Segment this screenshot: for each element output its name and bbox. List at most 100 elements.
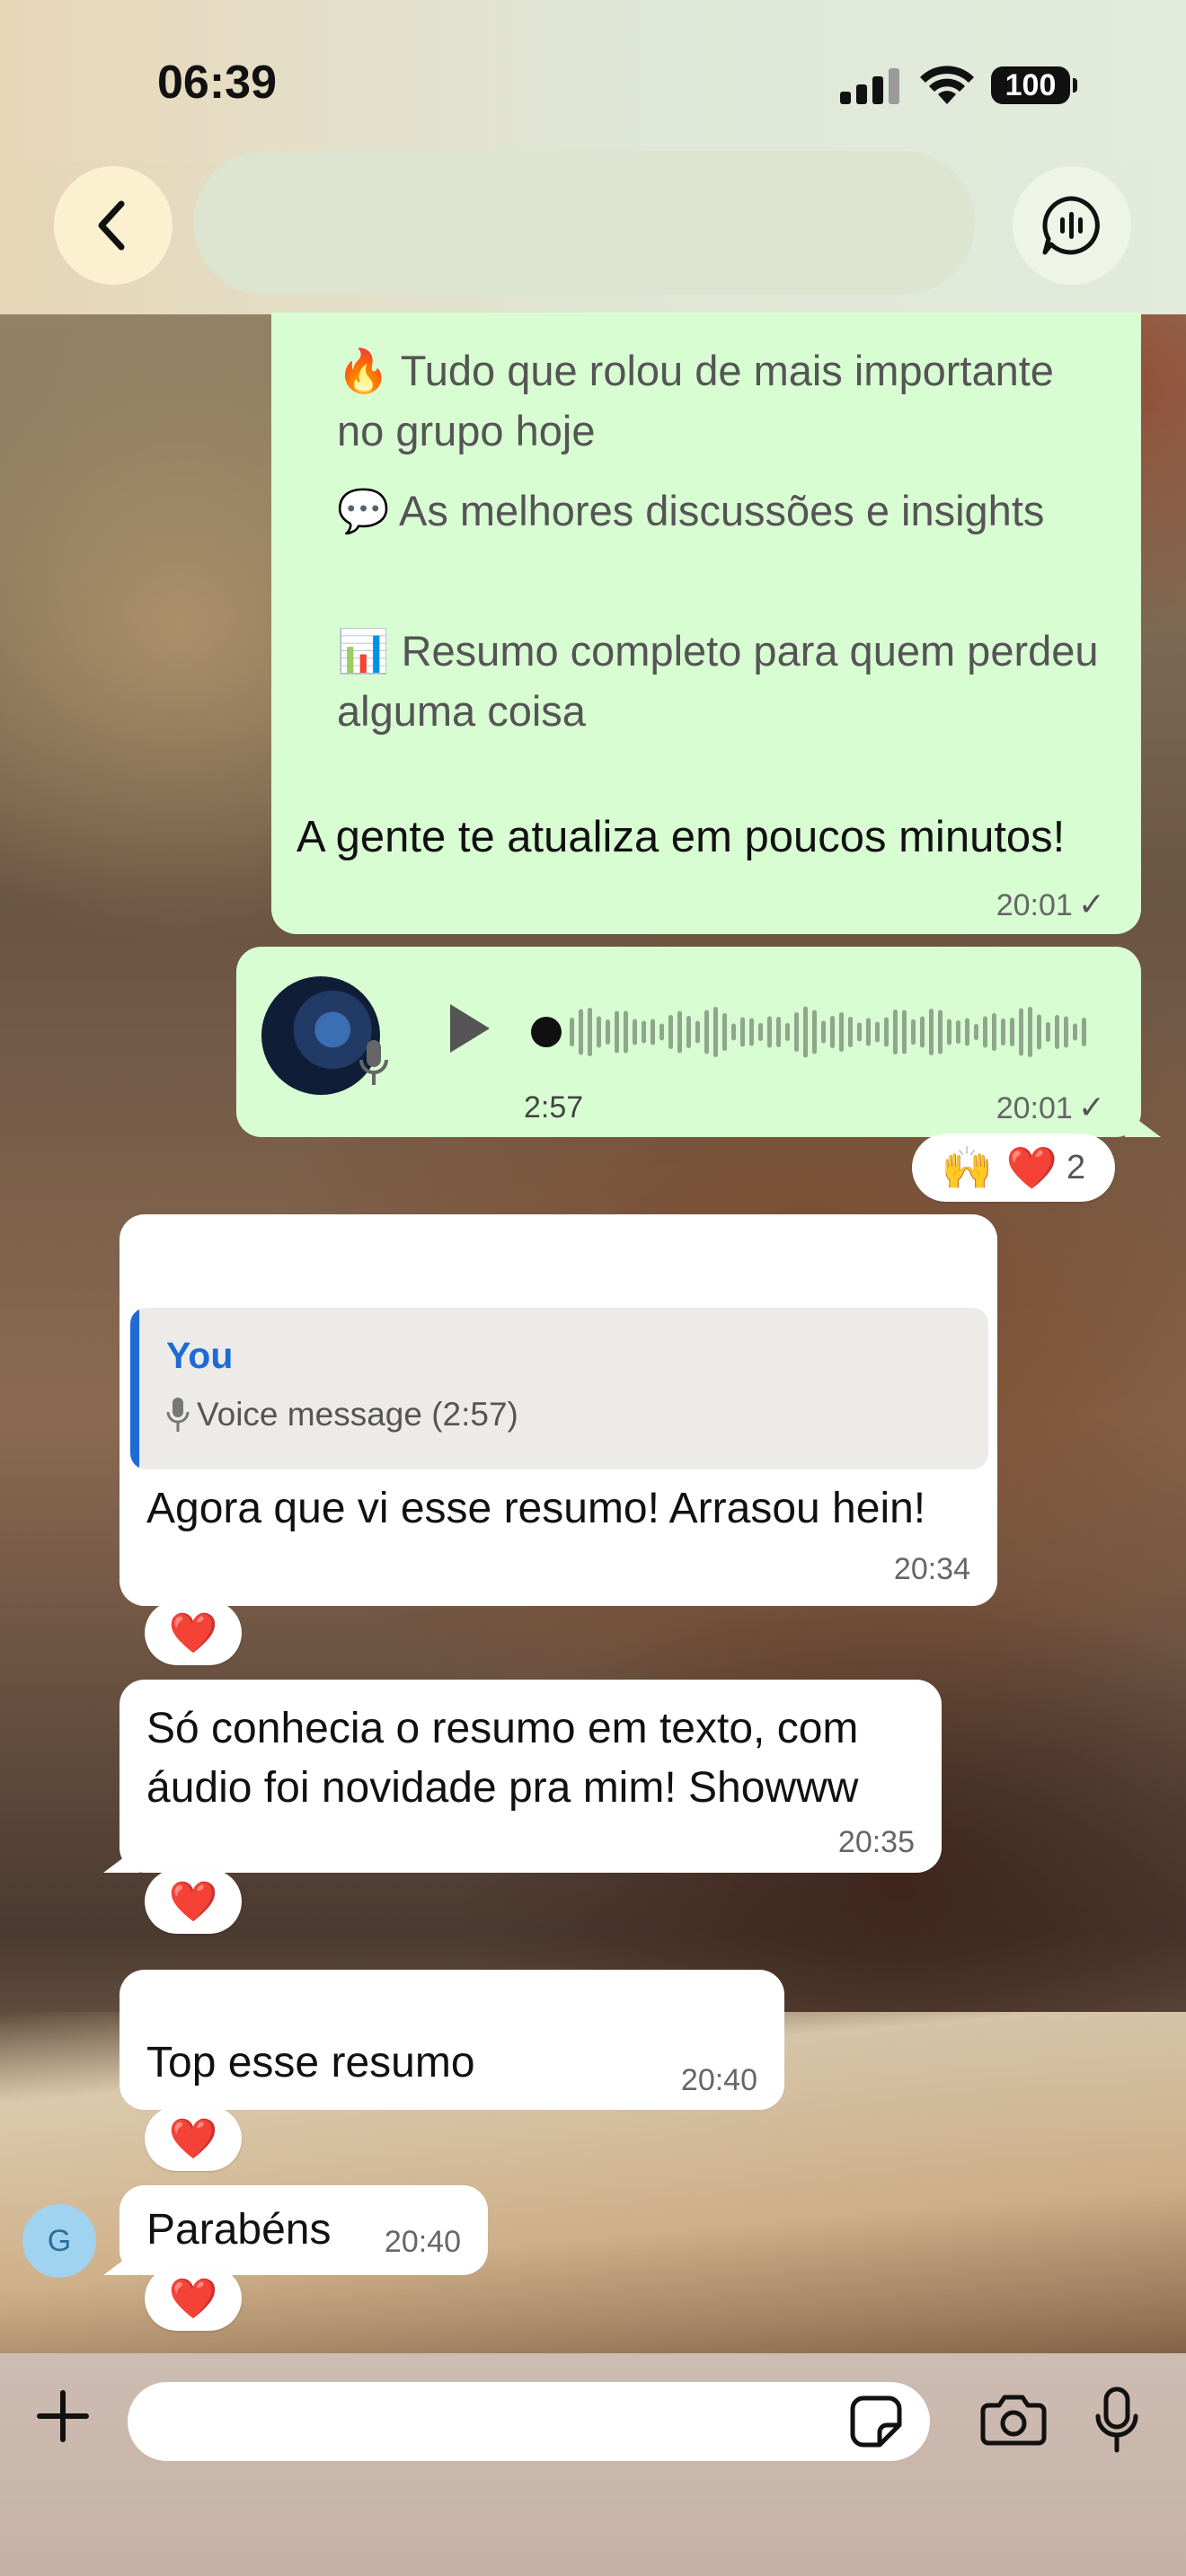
waveform-bar	[803, 1006, 808, 1058]
cellular-signal-icon	[840, 68, 899, 104]
waveform-bar	[677, 1010, 682, 1054]
chat-title-pill[interactable]	[193, 151, 975, 295]
waveform-bar	[767, 1016, 772, 1048]
checkmark-icon: ✓	[1077, 1089, 1105, 1125]
waveform-bar	[812, 1010, 817, 1054]
mic-icon	[359, 1040, 388, 1085]
waveform-bar	[695, 1020, 700, 1044]
waveform-bar	[731, 1023, 736, 1041]
waveform-bar	[821, 1020, 826, 1044]
waveform-bar	[758, 1023, 763, 1041]
incoming-message-bubble[interactable]: Só conhecia o resumo em texto, com áudio…	[119, 1680, 942, 1873]
back-arrow-icon	[98, 200, 125, 251]
waveform-bar	[624, 1010, 628, 1054]
status-time: 06:39	[157, 57, 277, 109]
waveform-bar	[830, 1016, 835, 1048]
waveform-bar	[686, 1016, 691, 1048]
audio-waveform[interactable]	[528, 992, 1103, 1072]
waveform-bar	[1082, 1018, 1086, 1046]
waveform-bar	[1019, 1008, 1023, 1056]
message-text: Parabéns	[146, 2206, 332, 2254]
waveform-bar	[570, 1018, 574, 1046]
waveform-bar	[875, 1021, 880, 1043]
voice-duration: 2:57	[524, 1090, 584, 1125]
message-time: 20:34	[893, 1552, 970, 1586]
waveform-bar	[597, 1016, 601, 1048]
message-time: 20:35	[837, 1825, 915, 1859]
quoted-message[interactable]: You Voice message (2:57)	[130, 1308, 988, 1469]
waveform-bar	[713, 1007, 718, 1057]
wifi-icon	[920, 66, 974, 104]
waveform-bar	[776, 1017, 781, 1047]
camera-icon[interactable]	[979, 2393, 1048, 2447]
waveform-bar	[866, 1018, 871, 1046]
waveform-bar	[659, 1023, 664, 1041]
waveform-bar	[992, 1013, 996, 1051]
bullet-text: As melhores discussões e insights	[399, 487, 1045, 534]
waveform-bar	[848, 1017, 853, 1047]
summary-message-bubble[interactable]: 🔥 Tudo que rolou de mais importante no g…	[271, 313, 1141, 934]
heart-reaction[interactable]: ❤️	[145, 1869, 242, 1934]
heart-reaction[interactable]: ❤️	[145, 2106, 242, 2171]
waveform-bar	[839, 1012, 844, 1052]
reaction-count: 2	[1067, 1148, 1086, 1187]
bar-chart-icon: 📊	[337, 627, 390, 676]
heart-reaction[interactable]: ❤️	[145, 2266, 242, 2331]
voice-message-bubble[interactable]: 2:57 20:01 ✓	[236, 947, 1141, 1137]
waveform-bar	[902, 1010, 907, 1054]
waveform-bar	[642, 1020, 646, 1044]
quote-text: Voice message (2:57)	[197, 1396, 518, 1433]
bullet-text: Resumo completo para quem perdeu alguma …	[337, 627, 1099, 735]
waveform-bar	[1010, 1018, 1014, 1046]
microphone-icon[interactable]	[1094, 2386, 1139, 2454]
waveform-bar	[956, 1020, 960, 1044]
message-input[interactable]	[128, 2382, 930, 2461]
waveform-bar	[884, 1017, 889, 1047]
waveform-bar	[704, 1010, 709, 1054]
waveform-bar	[929, 1009, 934, 1055]
waveform-bar	[983, 1016, 987, 1048]
waveform-bar	[668, 1015, 673, 1049]
back-button[interactable]	[54, 166, 173, 285]
waveform-bar	[785, 1023, 790, 1041]
play-icon[interactable]	[443, 997, 497, 1060]
waveform-bar	[911, 1019, 916, 1045]
battery-icon: 100	[991, 66, 1077, 104]
voice-chat-icon	[1042, 196, 1100, 255]
waveform-bar	[1055, 1015, 1059, 1049]
message-meta: 20:01 ✓	[996, 886, 1105, 923]
waveform-bar	[615, 1010, 619, 1054]
reply-message-bubble[interactable]: You Voice message (2:57) Agora que vi es…	[119, 1214, 997, 1606]
waveform-bar	[1001, 1019, 1005, 1045]
voice-chat-button[interactable]	[1013, 166, 1131, 285]
waveform-bar	[947, 1019, 951, 1045]
plus-icon[interactable]	[34, 2387, 92, 2445]
heart-reaction[interactable]: ❤️	[145, 1601, 242, 1665]
reaction-badge[interactable]: 🙌 ❤️ 2	[912, 1134, 1115, 1202]
waveform-bar	[606, 1019, 610, 1045]
bullet-item: 💬 As melhores discussões e insights	[337, 481, 1110, 542]
waveform-bar	[920, 1016, 925, 1048]
waveform-bar	[1046, 1022, 1050, 1042]
waveform-bar	[740, 1017, 745, 1047]
sender-avatar[interactable]: G	[22, 2204, 96, 2278]
message-time: 20:40	[384, 2225, 461, 2259]
message-time: 20:01	[996, 888, 1073, 922]
waveform-bar	[1037, 1014, 1041, 1050]
bullet-item: 🔥 Tudo que rolou de mais importante no g…	[337, 341, 1110, 461]
incoming-message-bubble[interactable]: Top esse resumo 20:40	[119, 1970, 784, 2110]
quote-author: You	[166, 1335, 234, 1376]
waveform-bar	[1073, 1023, 1077, 1041]
waveform-bar	[722, 1013, 727, 1051]
message-text: Só conhecia o resumo em texto, com áudio…	[146, 1705, 859, 1812]
checkmark-icon: ✓	[1077, 886, 1105, 922]
bullet-text: Tudo que rolou de mais importante no gru…	[337, 347, 1054, 454]
sticker-icon[interactable]	[849, 2395, 903, 2448]
message-text: Top esse resumo	[146, 2039, 475, 2086]
incoming-message-bubble[interactable]: Parabéns 20:40	[119, 2185, 488, 2275]
message-text: Agora que vi esse resumo! Arrasou hein!	[146, 1485, 926, 1532]
waveform-bar	[974, 1024, 978, 1040]
reaction-emojis: 🙌 ❤️	[941, 1142, 1058, 1192]
waveform-bar	[794, 1012, 799, 1052]
waveform-bar	[749, 1018, 754, 1046]
